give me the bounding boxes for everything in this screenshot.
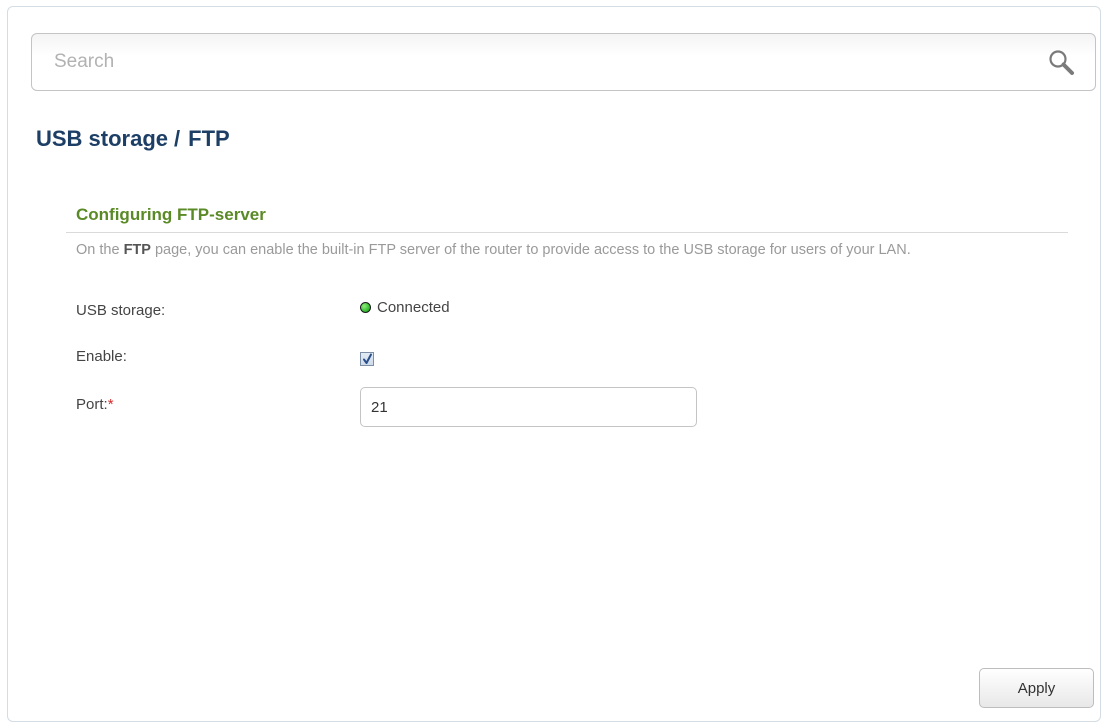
checkmark-icon [363,353,372,364]
status-indicator-icon [360,302,371,313]
breadcrumb-parent: USB storage [36,126,169,151]
enable-checkbox[interactable] [360,352,374,366]
breadcrumb-separator: / [174,126,181,151]
description-prefix: On the [76,242,124,258]
description-suffix: page, you can enable the built-in FTP se… [150,242,911,258]
section-description: On the FTP page, you can enable the buil… [76,242,1036,259]
page-title: USB storage / FTP [36,126,230,152]
usb-storage-status-text: Connected [377,299,450,316]
search-input[interactable] [54,34,1034,90]
breadcrumb-current: FTP [188,126,230,151]
apply-button[interactable]: Apply [979,668,1094,708]
section-divider [66,232,1068,233]
port-input[interactable] [360,387,697,427]
section-title: Configuring FTP-server [76,205,266,224]
port-label: Port:* [76,396,114,413]
required-mark: * [107,396,114,413]
usb-storage-label: USB storage: [76,302,166,319]
enable-label: Enable: [76,348,127,365]
port-label-text: Port: [76,396,108,413]
content-panel [7,6,1101,722]
search-icon[interactable] [1047,48,1077,78]
usb-storage-status: Connected [360,299,450,316]
search-bar [31,33,1096,91]
description-keyword: FTP [123,242,151,258]
